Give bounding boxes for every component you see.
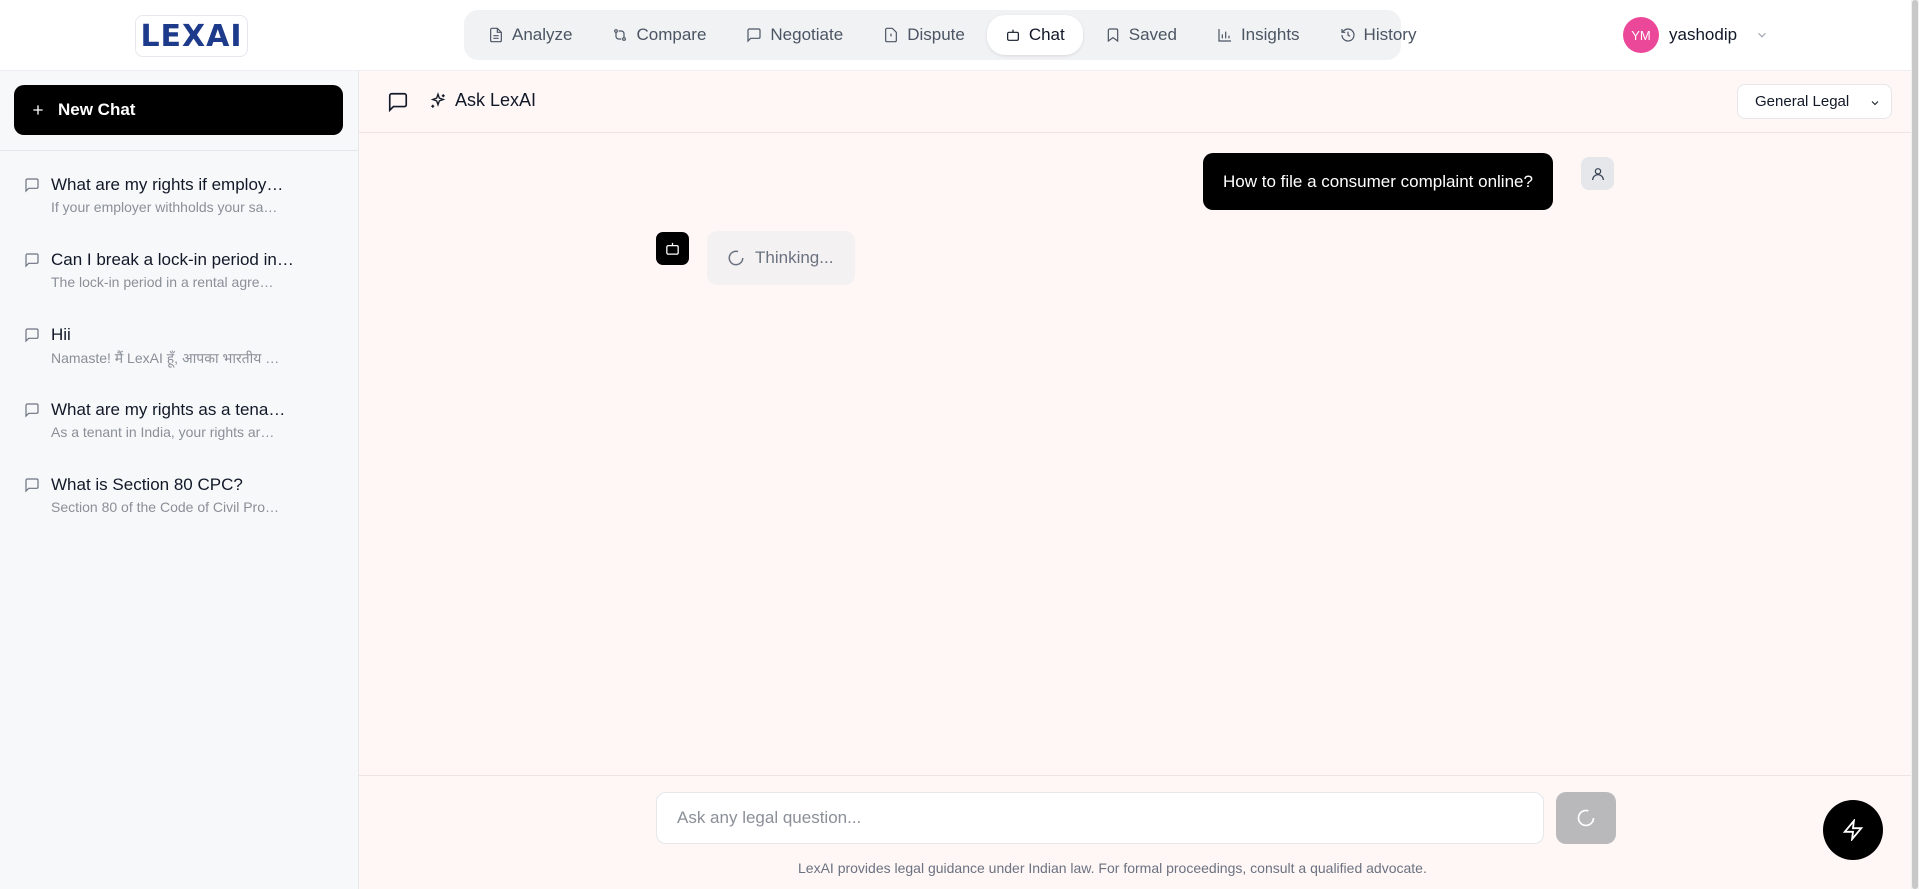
git-compare-icon: [614, 29, 627, 41]
logo-text: LEXAI: [140, 18, 243, 54]
chevron-down-icon: [1758, 32, 1766, 38]
nav-saved[interactable]: Saved: [1087, 15, 1195, 55]
chat-panel: Ask LexAI General Legal How to file a co…: [359, 71, 1911, 889]
scrollbar-thumb[interactable]: [1912, 0, 1918, 889]
message-square-icon: [25, 478, 39, 493]
lexai-logo[interactable]: LEXAI: [135, 15, 248, 57]
nav-negotiate[interactable]: Negotiate: [728, 15, 861, 55]
history-title: What are my rights as a tena…: [51, 400, 286, 419]
message-square-icon: [25, 253, 39, 268]
history-snippet: The lock-in period in a rental agre…: [51, 274, 274, 290]
legal-mode-select[interactable]: General Legal: [1737, 84, 1892, 119]
file-alert-icon: [885, 27, 898, 43]
chat-header: Ask LexAI General Legal: [359, 71, 1911, 133]
file-text-icon: [490, 27, 502, 43]
nav-insights-label: Insights: [1240, 25, 1300, 44]
composer: LexAI provides legal guidance under Indi…: [359, 775, 1911, 889]
question-input-wrapper[interactable]: [656, 792, 1544, 844]
nav-saved-label: Saved: [1128, 25, 1177, 44]
avatar: YM: [1623, 17, 1659, 53]
history-title: Hii: [51, 325, 71, 344]
history-title: Can I break a lock-in period in…: [51, 250, 294, 269]
bookmark-icon: [1107, 28, 1119, 43]
main-nav: Analyze Compare Negotiate Dispute Chat S…: [464, 10, 1416, 60]
nav-negotiate-label: Negotiate: [770, 25, 844, 44]
message-square-icon: [25, 403, 39, 418]
history-snippet: If your employer withholds your sa…: [51, 199, 278, 215]
nav-insights[interactable]: Insights: [1199, 15, 1318, 55]
thinking-text: Thinking...: [755, 248, 834, 267]
list-item[interactable]: What are my rights as a tena… As a tenan…: [0, 392, 359, 467]
nav-analyze-label: Analyze: [512, 25, 573, 44]
message-square-icon: [25, 328, 39, 343]
nav-dispute[interactable]: Dispute: [865, 15, 983, 55]
assistant-thinking-bubble: Thinking...: [707, 231, 855, 285]
legal-disclaimer-text: LexAI provides legal guidance under Indi…: [798, 860, 1427, 876]
nav-compare-label: Compare: [636, 25, 707, 44]
bot-icon: [666, 242, 679, 255]
list-item[interactable]: Hii Namaste! मैं LexAI हूँ, आपका भारतीय …: [0, 317, 359, 392]
message-square-icon: [747, 28, 762, 43]
chevron-down-icon: [1871, 101, 1879, 106]
list-item[interactable]: What is Section 80 CPC? Section 80 of th…: [0, 467, 359, 542]
loader-icon: [728, 250, 744, 266]
sidebar-toggle-icon[interactable]: [387, 91, 409, 113]
history-snippet: As a tenant in India, your rights ar…: [51, 424, 275, 440]
legal-mode-value: General Legal: [1755, 93, 1850, 110]
list-item[interactable]: What are my rights if employ… If your em…: [0, 167, 359, 242]
sparkles-icon: [430, 91, 446, 108]
sidebar-divider: [0, 150, 359, 151]
message-square-icon: [25, 178, 39, 193]
nav-dispute-label: Dispute: [907, 25, 965, 44]
new-chat-label: New Chat: [58, 100, 136, 119]
loader-icon: [1577, 809, 1595, 827]
user-icon: [1591, 167, 1604, 180]
user-message-bubble: How to file a consumer complaint online?: [1203, 153, 1553, 210]
page-title-text: Ask LexAI: [455, 90, 537, 110]
page-title: Ask LexAI: [429, 90, 536, 111]
user-name: yashodip: [1669, 25, 1738, 44]
assistant-avatar-icon-box: [656, 232, 689, 265]
user-avatar-icon-box: [1581, 157, 1614, 190]
nav-history-label: History: [1363, 25, 1417, 44]
bot-icon: [1006, 29, 1019, 41]
list-item[interactable]: Can I break a lock-in period in… The loc…: [0, 242, 359, 317]
nav-chat-label: Chat: [1028, 25, 1065, 44]
plus-icon: [33, 105, 43, 115]
user-menu[interactable]: YM yashodip: [1623, 17, 1769, 53]
nav-analyze[interactable]: Analyze: [470, 15, 590, 55]
nav-history[interactable]: History: [1322, 15, 1435, 55]
history-title: What is Section 80 CPC?: [51, 475, 243, 494]
history-title: What are my rights if employ…: [51, 175, 284, 194]
history-snippet: Namaste! मैं LexAI हूँ, आपका भारतीय …: [51, 350, 280, 366]
user-message-text: How to file a consumer complaint online?: [1223, 171, 1533, 191]
nav-chat[interactable]: Chat: [986, 15, 1083, 55]
top-navbar: LEXAI Analyze Compare Negotiate Dispute …: [0, 0, 1919, 71]
history-icon: [1340, 28, 1355, 42]
bar-chart-icon: [1218, 29, 1231, 42]
chat-sidebar: New Chat What are my rights if employ… I…: [0, 71, 359, 889]
question-input[interactable]: [677, 808, 1543, 828]
history-snippet: Section 80 of the Code of Civil Pro…: [51, 499, 280, 515]
chat-history-list: What are my rights if employ… If your em…: [0, 167, 359, 542]
zap-icon: [1842, 819, 1864, 841]
quick-action-button[interactable]: [1823, 800, 1883, 860]
nav-compare[interactable]: Compare: [594, 15, 724, 55]
new-chat-button[interactable]: New Chat: [14, 85, 343, 135]
send-button[interactable]: [1556, 792, 1616, 844]
